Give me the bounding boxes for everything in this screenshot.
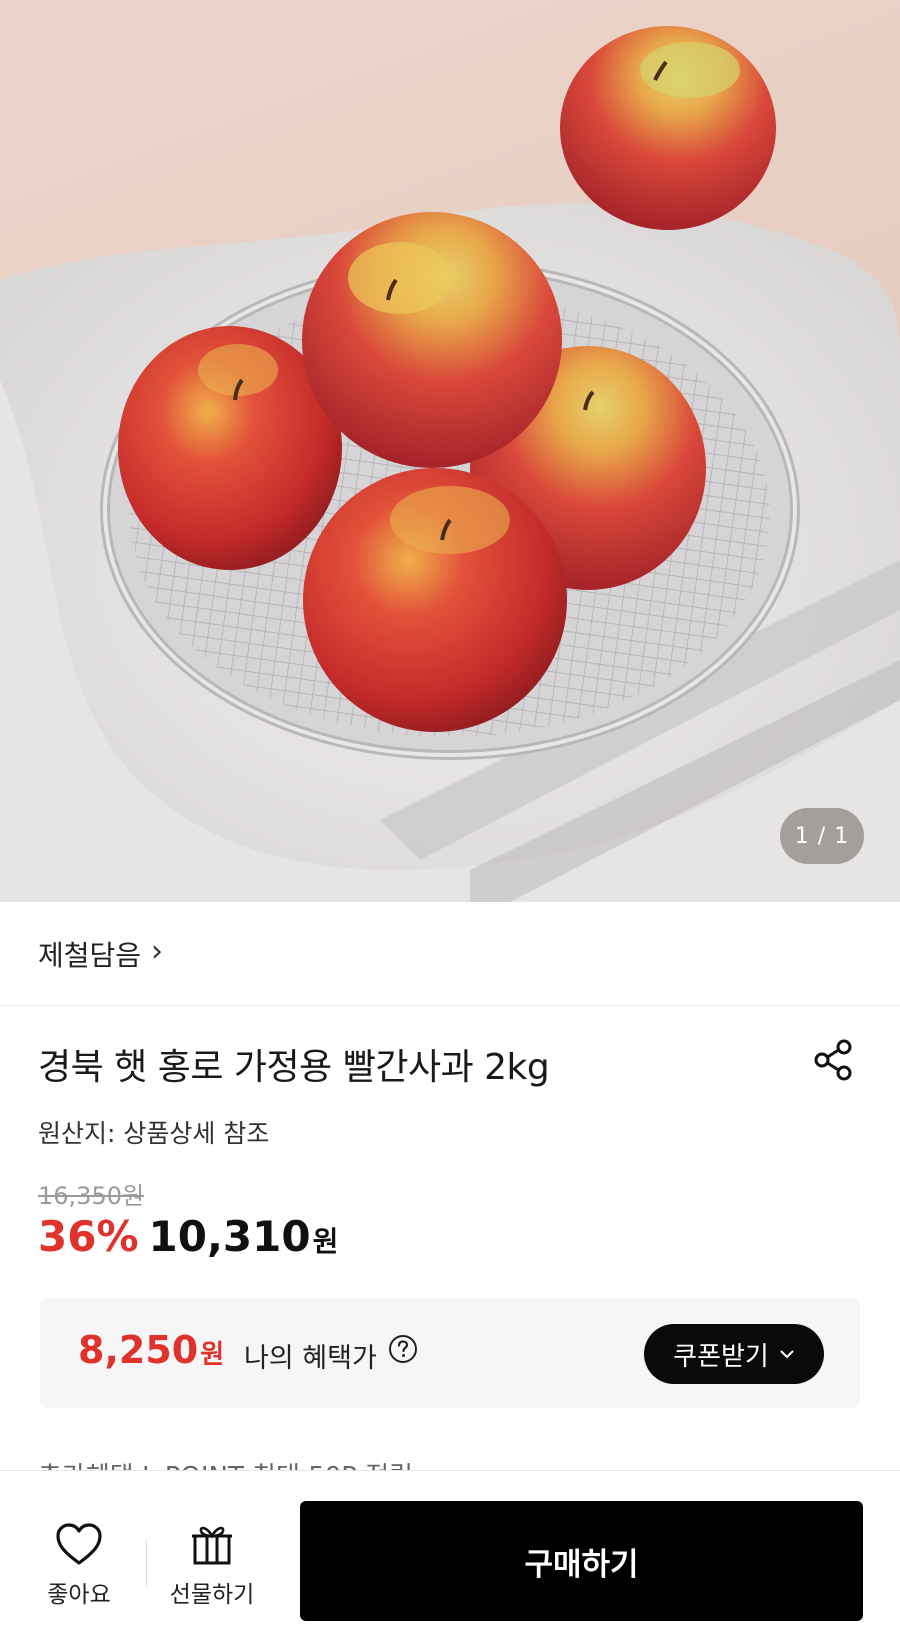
product-title: 경북 햇 홍로 가정용 빨간사과 2kg xyxy=(38,1047,550,1088)
gift-icon xyxy=(192,1526,232,1565)
buy-button[interactable]: 구매하기 xyxy=(300,1501,863,1621)
image-page-indicator: 1 / 1 xyxy=(780,808,864,864)
chevron-right-icon: › xyxy=(151,934,164,969)
sale-price-currency: 원 xyxy=(312,1225,339,1258)
help-button[interactable] xyxy=(388,1334,418,1364)
chevron-down-icon xyxy=(779,1344,795,1365)
help-circle-icon xyxy=(389,1335,417,1363)
like-label: 좋아요 xyxy=(47,1582,111,1608)
heart-icon xyxy=(56,1523,102,1565)
discount-rate: 36% xyxy=(38,1212,139,1261)
benefit-price-value: 8,250 xyxy=(78,1328,199,1372)
original-price: 16,350원 xyxy=(38,1182,145,1210)
coupon-button[interactable]: 쿠폰받기 xyxy=(644,1324,824,1384)
bottom-bar-divider xyxy=(146,1539,147,1587)
gift-label: 선물하기 xyxy=(169,1582,255,1608)
like-button[interactable]: 좋아요 xyxy=(38,1521,120,1609)
benefit-label: 나의 혜택가 xyxy=(244,1343,377,1374)
price-row: 36% 10,310 원 xyxy=(38,1212,338,1261)
sale-price: 10,310 xyxy=(148,1212,311,1261)
gift-button[interactable]: 선물하기 xyxy=(162,1521,262,1609)
benefit-price: 8,250 원 xyxy=(78,1328,224,1372)
coupon-button-label: 쿠폰받기 xyxy=(673,1341,769,1372)
seller-link[interactable]: 제철담음 › xyxy=(0,902,900,1006)
share-button[interactable] xyxy=(810,1036,858,1084)
seller-name: 제철담음 xyxy=(38,938,142,972)
product-photo-apples xyxy=(0,26,900,902)
product-image[interactable]: 1 / 1 xyxy=(0,0,900,902)
product-origin: 원산지: 상품상세 참조 xyxy=(38,1119,270,1148)
benefit-price-box: 8,250 원 나의 혜택가 쿠폰받기 xyxy=(40,1298,860,1408)
benefit-price-currency: 원 xyxy=(200,1340,225,1370)
share-icon xyxy=(814,1039,852,1081)
bottom-action-bar: 좋아요 선물하기 구매하기 xyxy=(0,1470,900,1648)
